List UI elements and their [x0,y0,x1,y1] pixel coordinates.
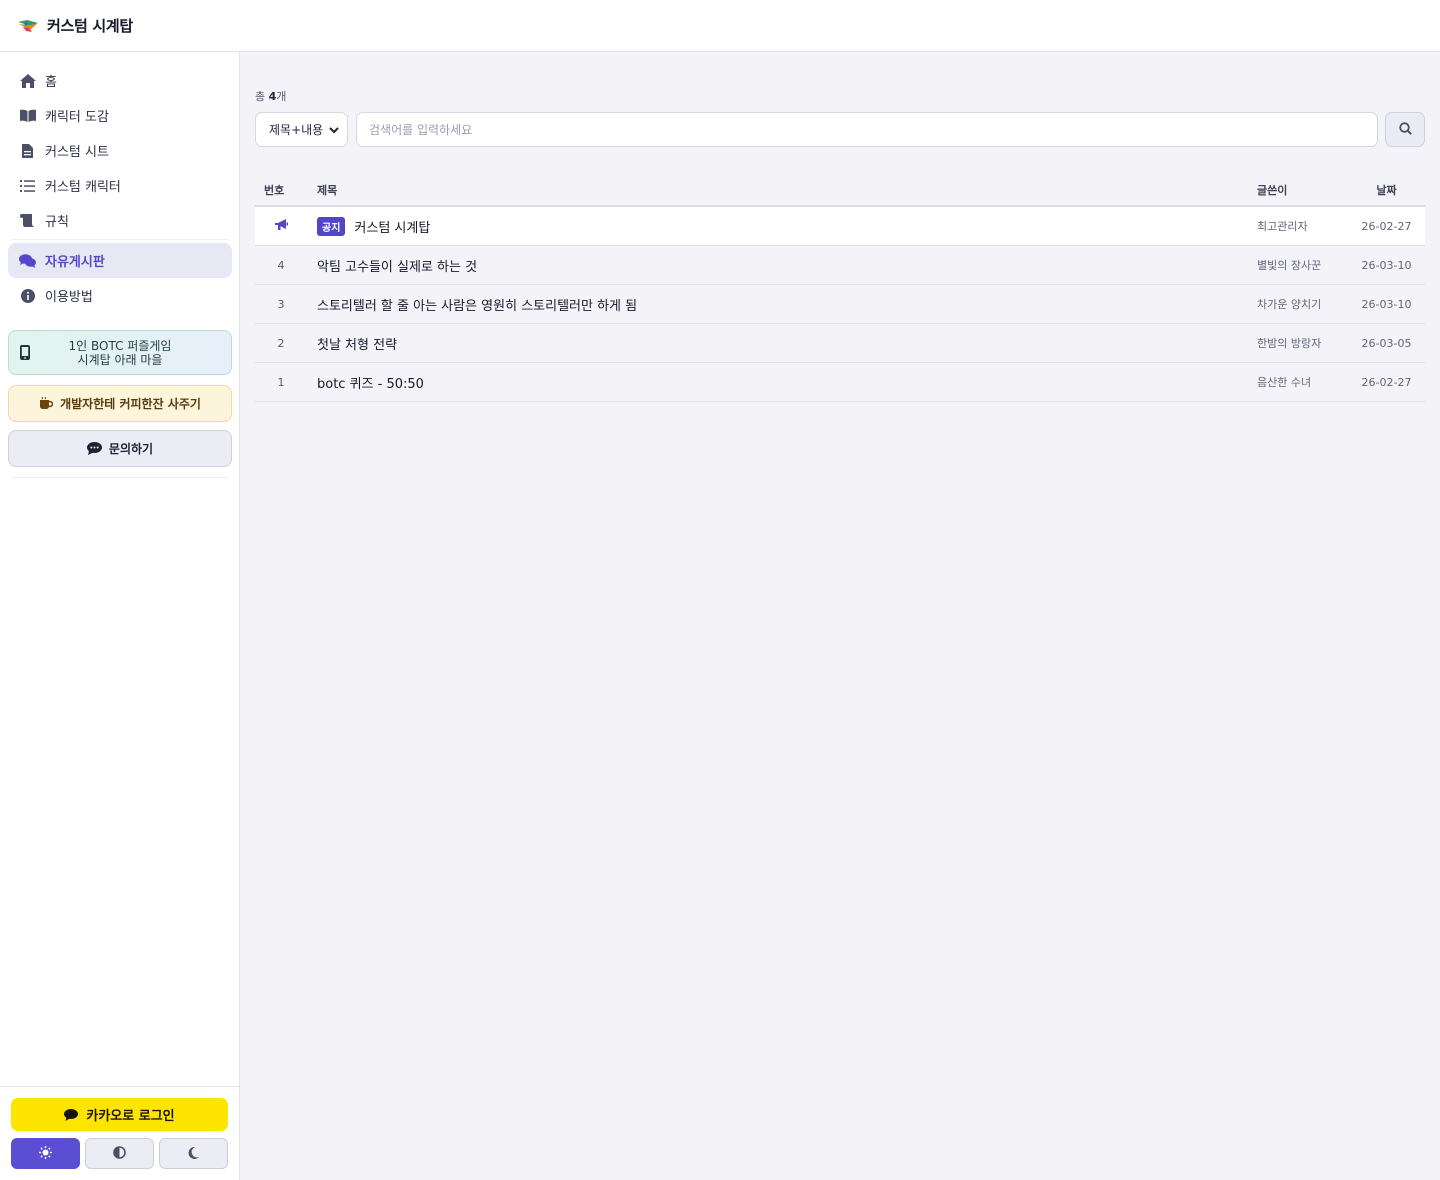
sidebar: 홈 캐릭터 도감 커스텀 시트 커스텀 캐릭터 규칙 자유게시판 이용방법 1인… [0,52,240,1180]
info-icon [19,288,36,303]
search-type-select[interactable]: 제목+내용 [255,112,348,147]
post-number: 2 [277,336,285,350]
sidebar-item-label: 규칙 [45,215,69,230]
logo-icon[interactable] [17,18,39,34]
chevron-down-icon [329,124,339,138]
sidebar-item-label: 홈 [45,75,57,90]
column-header-author: 글쓴이 [1257,183,1288,197]
sidebar-item-custom-sheet[interactable]: 커스텀 시트 [8,133,232,168]
search-bar: 제목+내용 [255,112,1425,147]
table-row[interactable]: 2 첫날 처형 전략 한밤의 방랑자 26-03-05 [255,324,1425,363]
post-number: 1 [277,375,285,389]
sidebar-item-home[interactable]: 홈 [8,63,232,98]
home-icon [19,73,36,88]
search-button[interactable] [1385,112,1425,147]
inquiry-label: 문의하기 [108,442,154,456]
post-title[interactable]: 첫날 처형 전략 [307,334,1253,353]
inquiry-button[interactable]: 문의하기 [8,430,232,467]
post-count-suffix: 개 [276,90,287,103]
search-input[interactable] [356,112,1378,147]
mobile-icon [20,345,30,363]
post-table: 번호 제목 글쓴이 날짜 공지 커스텀 시계탑 최고관리자 26-02-27 4… [255,174,1425,402]
search-icon [1398,120,1412,139]
sidebar-item-label: 커스텀 시트 [45,145,109,160]
comment-dots-icon [86,442,102,455]
sidebar-divider [12,477,228,478]
sidebar-item-label: 자유게시판 [45,255,105,270]
chat-bubble-icon [64,1108,79,1121]
half-circle-icon [113,1144,126,1163]
post-number: 3 [277,297,285,311]
sidebar-footer: 카카오로 로그인 [0,1086,239,1180]
top-bar: 커스텀 시계탑 [0,0,1440,52]
notice-badge: 공지 [317,216,346,236]
post-author: 한밤의 방랑자 [1257,337,1322,350]
post-author: 차가운 양치기 [1257,298,1322,311]
table-header: 번호 제목 글쓴이 날짜 [255,174,1425,207]
scroll-icon [19,213,36,228]
post-title[interactable]: 악팀 고수들이 실제로 하는 것 [307,256,1253,275]
app-title[interactable]: 커스텀 시계탑 [47,15,133,36]
post-date: 26-03-10 [1361,258,1412,272]
table-row[interactable]: 1 botc 퀴즈 - 50:50 음산한 수녀 26-02-27 [255,363,1425,402]
post-number: 4 [277,258,285,272]
botc-promo-line1: 1인 BOTC 퍼즐게임 [68,338,172,353]
post-date: 26-02-27 [1361,375,1412,389]
search-type-value: 제목+내용 [269,123,324,137]
post-author: 음산한 수녀 [1257,376,1312,389]
botc-puzzle-game-link[interactable]: 1인 BOTC 퍼즐게임 시계탑 아래 마을 [8,330,232,375]
post-date: 26-03-05 [1361,336,1412,350]
notice-title[interactable]: 커스텀 시계탑 [354,217,430,236]
buy-coffee-label: 개발자한테 커피한잔 사주기 [60,397,201,411]
theme-switcher [11,1138,228,1169]
notice-row[interactable]: 공지 커스텀 시계탑 최고관리자 26-02-27 [255,207,1425,246]
megaphone-icon [274,219,288,233]
column-header-date: 날짜 [1376,183,1397,197]
botc-promo-line2: 시계탑 아래 마을 [77,352,163,367]
notice-date: 26-02-27 [1361,219,1412,233]
sidebar-item-character-book[interactable]: 캐릭터 도감 [8,98,232,133]
kakao-login-label: 카카오로 로그인 [86,1109,175,1124]
sidebar-item-custom-character[interactable]: 커스텀 캐릭터 [8,168,232,203]
sidebar-item-rules[interactable]: 규칙 [8,203,232,238]
sidebar-item-free-board[interactable]: 자유게시판 [8,243,232,278]
coffee-icon [39,397,54,410]
notice-author: 최고관리자 [1257,220,1308,233]
buy-coffee-button[interactable]: 개발자한테 커피한잔 사주기 [8,385,232,422]
book-icon [19,108,36,123]
table-row[interactable]: 3 스토리텔러 할 줄 아는 사람은 영원히 스토리텔러만 하게 됨 차가운 양… [255,285,1425,324]
sun-icon [39,1144,52,1163]
auto-theme-button[interactable] [85,1138,154,1169]
main-content: 총 4개 제목+내용 번호 제목 글쓴이 날짜 [240,52,1440,1180]
dark-theme-button[interactable] [159,1138,228,1169]
sidebar-nav: 홈 캐릭터 도감 커스텀 시트 커스텀 캐릭터 규칙 자유게시판 이용방법 [8,63,232,313]
post-author: 별빛의 장사꾼 [1257,259,1322,272]
list-icon [19,178,36,193]
sidebar-item-label: 이용방법 [45,290,93,305]
sidebar-divider [12,239,228,240]
column-header-title: 제목 [317,183,338,197]
notice-title-cell: 공지 커스텀 시계탑 [307,216,1253,236]
sidebar-item-label: 커스텀 캐릭터 [45,180,121,195]
post-count: 총 4개 [255,88,286,104]
kakao-login-button[interactable]: 카카오로 로그인 [11,1098,228,1131]
sidebar-item-how-to-use[interactable]: 이용방법 [8,278,232,313]
notice-icon-cell [255,219,307,233]
post-date: 26-03-10 [1361,297,1412,311]
post-title[interactable]: botc 퀴즈 - 50:50 [307,373,1253,392]
column-header-number: 번호 [264,183,285,197]
comments-icon [19,253,36,268]
post-count-prefix: 총 [255,90,269,103]
table-row[interactable]: 4 악팀 고수들이 실제로 하는 것 별빛의 장사꾼 26-03-10 [255,246,1425,285]
post-title[interactable]: 스토리텔러 할 줄 아는 사람은 영원히 스토리텔러만 하게 됨 [307,295,1253,314]
sidebar-item-label: 캐릭터 도감 [45,110,109,125]
light-theme-button[interactable] [11,1138,80,1169]
moon-icon [188,1144,199,1163]
file-icon [19,143,36,158]
